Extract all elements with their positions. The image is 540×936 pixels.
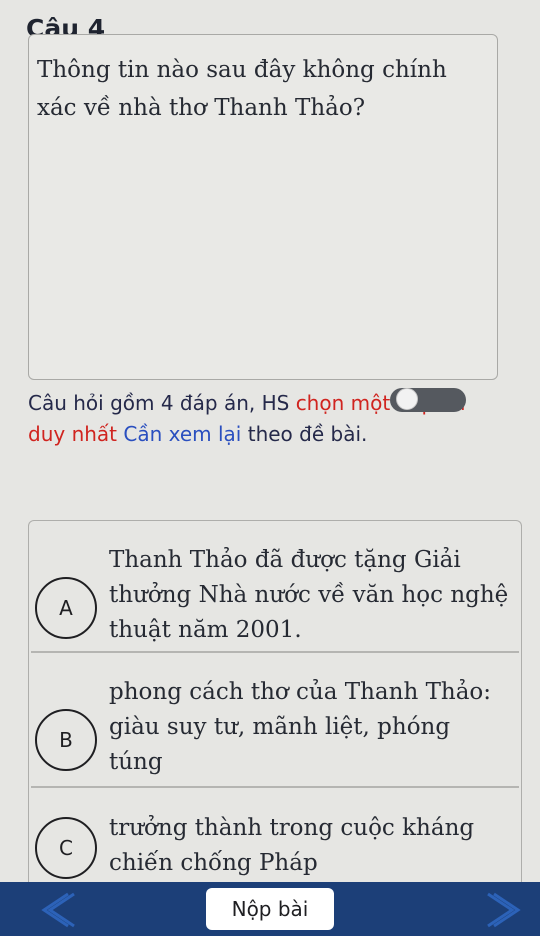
question-text: Thông tin nào sau đây không chính xác về… <box>37 57 447 121</box>
option-b[interactable]: B phong cách thơ của Thanh Thảo: giàu su… <box>29 671 521 789</box>
instruction-part4: theo đề bài. <box>241 422 368 446</box>
chevron-right-icon[interactable] <box>482 890 522 930</box>
option-divider <box>31 786 519 788</box>
submit-button[interactable]: Nộp bài <box>206 888 334 930</box>
option-a-radio[interactable]: A <box>35 577 97 639</box>
option-divider <box>31 651 519 653</box>
answer-list: A Thanh Thảo đã được tặng Giải thưởng Nh… <box>28 520 522 936</box>
chevron-left-icon[interactable] <box>40 890 80 930</box>
review-link[interactable]: Cần xem lại <box>117 422 241 446</box>
option-c[interactable]: C trưởng thành trong cuộc kháng chiến ch… <box>29 811 521 891</box>
option-b-radio[interactable]: B <box>35 709 97 771</box>
option-c-text: trưởng thành trong cuộc kháng chiến chốn… <box>109 815 475 876</box>
question-box: Thông tin nào sau đây không chính xác về… <box>28 34 498 380</box>
option-c-radio[interactable]: C <box>35 817 97 879</box>
option-b-text: phong cách thơ của Thanh Thảo: giàu suy … <box>109 679 492 775</box>
option-a-text: Thanh Thảo đã được tặng Giải thưởng Nhà … <box>109 547 509 643</box>
toggle-knob <box>396 388 418 410</box>
quiz-screen: Câu 4 Thông tin nào sau đây không chính … <box>0 0 540 936</box>
review-toggle[interactable] <box>390 388 466 412</box>
option-a[interactable]: A Thanh Thảo đã được tặng Giải thưởng Nh… <box>29 539 521 657</box>
instruction-part1: Câu hỏi gồm 4 đáp án, HS <box>28 391 296 415</box>
